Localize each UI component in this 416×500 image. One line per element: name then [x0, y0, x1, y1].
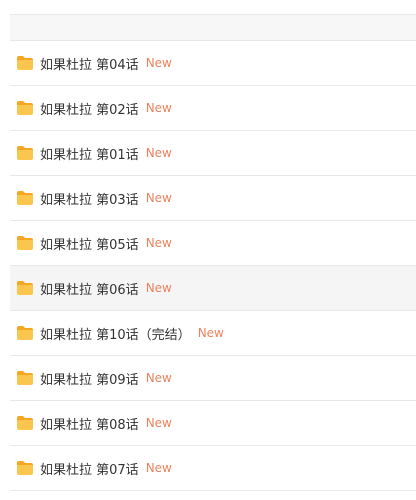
folder-icon — [16, 370, 34, 386]
folder-icon — [16, 460, 34, 476]
folder-row[interactable]: 如果杜拉 第07话 New — [10, 446, 416, 491]
folder-icon — [16, 190, 34, 206]
list-header — [10, 15, 416, 41]
folder-name[interactable]: 如果杜拉 第10话（完结） — [40, 324, 191, 343]
folder-name[interactable]: 如果杜拉 第03话 — [40, 189, 139, 208]
new-badge: New — [145, 191, 172, 205]
file-list: 如果杜拉 第04话 New 如果杜拉 第02话 New 如果杜拉 第01话 Ne… — [10, 14, 416, 491]
new-badge: New — [145, 371, 172, 385]
new-badge: New — [145, 416, 172, 430]
new-badge: New — [145, 101, 172, 115]
folder-row[interactable]: 如果杜拉 第05话 New — [10, 221, 416, 266]
folder-row[interactable]: 如果杜拉 第09话 New — [10, 356, 416, 401]
folder-name[interactable]: 如果杜拉 第01话 — [40, 144, 139, 163]
folder-icon — [16, 415, 34, 431]
folder-name[interactable]: 如果杜拉 第07话 — [40, 459, 139, 478]
new-badge: New — [145, 146, 172, 160]
folder-name[interactable]: 如果杜拉 第08话 — [40, 414, 139, 433]
folder-name[interactable]: 如果杜拉 第09话 — [40, 369, 139, 388]
folder-icon — [16, 55, 34, 71]
folder-icon — [16, 145, 34, 161]
folder-name[interactable]: 如果杜拉 第02话 — [40, 99, 139, 118]
new-badge: New — [197, 326, 224, 340]
folder-icon — [16, 100, 34, 116]
folder-row[interactable]: 如果杜拉 第04话 New — [10, 41, 416, 86]
folder-icon — [16, 325, 34, 341]
folder-row[interactable]: 如果杜拉 第10话（完结） New — [10, 311, 416, 356]
new-badge: New — [145, 56, 172, 70]
new-badge: New — [145, 461, 172, 475]
folder-icon — [16, 280, 34, 296]
folder-row[interactable]: 如果杜拉 第02话 New — [10, 86, 416, 131]
folder-name[interactable]: 如果杜拉 第04话 — [40, 54, 139, 73]
new-badge: New — [145, 281, 172, 295]
folder-icon — [16, 235, 34, 251]
folder-row[interactable]: 如果杜拉 第03话 New — [10, 176, 416, 221]
file-rows: 如果杜拉 第04话 New 如果杜拉 第02话 New 如果杜拉 第01话 Ne… — [10, 41, 416, 491]
folder-row[interactable]: 如果杜拉 第08话 New — [10, 401, 416, 446]
folder-name[interactable]: 如果杜拉 第06话 — [40, 279, 139, 298]
folder-row[interactable]: 如果杜拉 第01话 New — [10, 131, 416, 176]
folder-name[interactable]: 如果杜拉 第05话 — [40, 234, 139, 253]
new-badge: New — [145, 236, 172, 250]
folder-row[interactable]: 如果杜拉 第06话 New — [10, 266, 416, 311]
